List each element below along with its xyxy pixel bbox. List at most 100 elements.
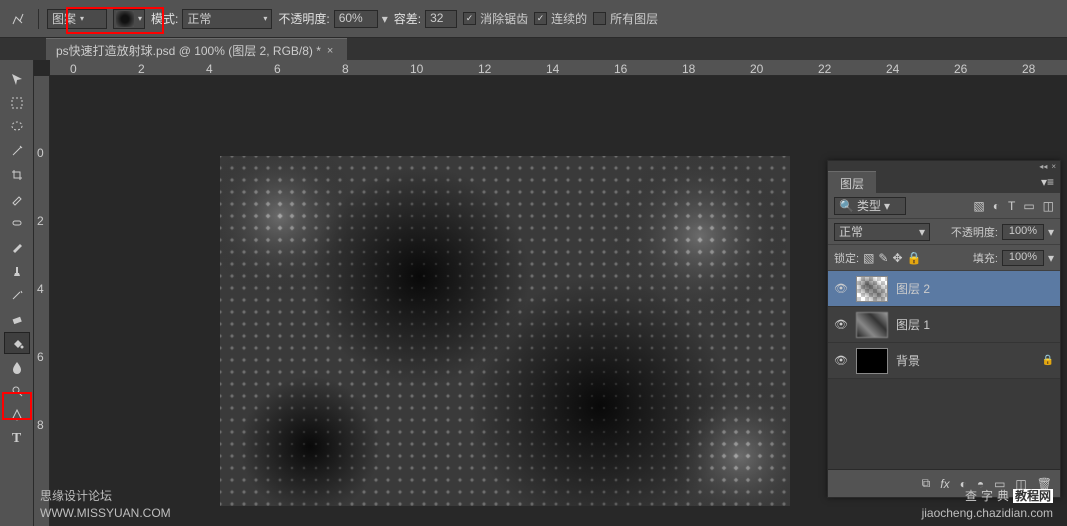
lock-all-icon[interactable]: 🔒 [907,251,922,265]
link-layers-icon[interactable]: ⧉ [922,476,931,491]
opacity-group: 不透明度: 60% ▾ [278,10,387,28]
lock-icons: ▧ ✎ ✥ 🔒 [863,251,921,265]
collapse-icon[interactable]: ◂◂ [1039,162,1047,171]
blend-mode-value: 正常 [839,223,863,240]
layer-name[interactable]: 图层 1 [896,316,1054,333]
document-canvas[interactable] [220,156,790,506]
document-tab[interactable]: ps快速打造放射球.psd @ 100% (图层 2, RGB/8) * × [46,38,347,60]
layer-thumbnail[interactable] [856,348,888,374]
eyedropper-tool[interactable] [4,188,30,210]
adjustment-icon[interactable]: ◓ [977,477,984,491]
mask-icon[interactable]: ◐ [960,477,967,491]
filter-smart-icon[interactable]: ◫ [1043,199,1054,213]
eraser-tool[interactable] [4,308,30,330]
opacity-input[interactable]: 60% [334,10,378,28]
magic-wand-tool[interactable] [4,140,30,162]
ruler-tick: 4 [206,62,213,76]
ruler-horizontal[interactable]: 0246810121416182022242628 [50,60,1067,76]
tolerance-label: 容差: [394,10,421,27]
paint-bucket-tool[interactable] [4,332,30,354]
fx-button[interactable]: fx [940,477,949,491]
ruler-tick: 6 [274,62,281,76]
lock-position-icon[interactable]: ✥ [892,251,902,265]
ruler-vertical[interactable]: 02468 [34,76,50,526]
mode-group: 模式: 正常 ▾ [151,9,272,29]
lasso-tool[interactable] [4,116,30,138]
brush-tool[interactable] [4,236,30,258]
crop-tool[interactable] [4,164,30,186]
ruler-tick: 6 [37,350,44,364]
trash-icon[interactable]: 🗑 [1037,477,1052,491]
filter-pixel-icon[interactable]: ▧ [973,199,984,213]
fill-input[interactable]: 100% [1002,250,1044,266]
move-tool[interactable] [4,68,30,90]
panel-collapse-bar[interactable]: ◂◂ × [828,161,1060,171]
filter-adjust-icon[interactable]: ◐ [993,199,1000,213]
pattern-picker[interactable]: ▾ [113,9,145,29]
tab-layers[interactable]: 图层 [828,171,876,193]
layers-panel: ◂◂ × 图层 ▾≡ 🔍 类型 ▾ ▧ ◐ T ▭ ◫ 正常 ▾ 不透明度: 1… [827,160,1061,498]
visibility-icon[interactable]: 👁 [834,354,848,367]
opacity-input[interactable]: 100% [1002,224,1044,240]
group-icon[interactable]: ▭ [994,477,1005,491]
ruler-tick: 10 [410,62,423,76]
blend-mode-dropdown[interactable]: 正常 ▾ [834,223,930,241]
history-brush-tool[interactable] [4,284,30,306]
contiguous-checkbox[interactable]: ✓ 连续的 [534,10,587,27]
layer-item[interactable]: 👁背景🔒 [828,343,1060,379]
layer-name[interactable]: 背景 [896,352,1034,369]
filter-type-icon[interactable]: T [1008,199,1015,213]
tolerance-input[interactable]: 32 [425,10,457,28]
fill-label: 填充: [973,250,998,266]
anti-alias-label: 消除锯齿 [480,10,528,27]
visibility-icon[interactable]: 👁 [834,282,848,295]
layer-item[interactable]: 👁 图层 1 [828,307,1060,343]
ruler-tick: 28 [1022,62,1035,76]
marquee-tool[interactable] [4,92,30,114]
layer-item[interactable]: 👁 图层 2 [828,271,1060,307]
ruler-tick: 4 [37,282,44,296]
opacity-label: 不透明度: [951,224,998,240]
type-tool[interactable]: T [4,428,30,450]
dodge-tool[interactable] [4,380,30,402]
panel-menu-icon[interactable]: ▾≡ [1035,171,1060,193]
separator [38,9,39,29]
anti-alias-checkbox[interactable]: ✓ 消除锯齿 [463,10,528,27]
stamp-tool[interactable] [4,260,30,282]
chevron-down-icon[interactable]: ▾ [1048,225,1054,239]
toolbox: T [0,60,34,526]
all-layers-checkbox[interactable]: 所有图层 [593,10,658,27]
ruler-tick: 12 [478,62,491,76]
close-icon[interactable]: × [327,45,333,57]
mode-label: 模式: [151,10,178,27]
ruler-tick: 18 [682,62,695,76]
blur-tool[interactable] [4,356,30,378]
layer-thumbnail[interactable] [856,312,888,338]
lock-pixels-icon[interactable]: ✎ [878,251,888,265]
chevron-down-icon[interactable]: ▾ [382,12,388,26]
healing-tool[interactable] [4,212,30,234]
lock-transparency-icon[interactable]: ▧ [863,251,874,265]
ruler-tick: 2 [138,62,145,76]
chevron-down-icon[interactable]: ▾ [1048,251,1054,265]
visibility-icon[interactable]: 👁 [834,318,848,331]
close-icon[interactable]: × [1051,162,1056,171]
tool-preset-button[interactable] [6,7,30,31]
filter-shape-icon[interactable]: ▭ [1023,199,1034,213]
chevron-down-icon: ▾ [919,225,925,239]
fill-type-dropdown[interactable]: 图案 ▾ [47,9,107,29]
ruler-tick: 2 [37,214,44,228]
pattern-swatch [116,11,134,27]
options-bar: 图案 ▾ ▾ 模式: 正常 ▾ 不透明度: 60% ▾ 容差: 32 ✓ 消除锯… [0,0,1067,38]
fill-type-value: 图案 [52,10,76,27]
panel-footer: ⧉ fx ◐ ◓ ▭ ◫ 🗑 [828,469,1060,497]
new-layer-icon[interactable]: ◫ [1015,477,1026,491]
layer-name[interactable]: 图层 2 [896,280,1054,297]
blend-mode-dropdown[interactable]: 正常 ▾ [182,9,272,29]
pen-tool[interactable] [4,404,30,426]
panel-tabs: 图层 ▾≡ [828,171,1060,193]
layer-thumbnail[interactable] [856,276,888,302]
ruler-tick: 8 [342,62,349,76]
chevron-down-icon: ▾ [138,14,142,23]
filter-type-dropdown[interactable]: 🔍 类型 ▾ [834,197,906,215]
